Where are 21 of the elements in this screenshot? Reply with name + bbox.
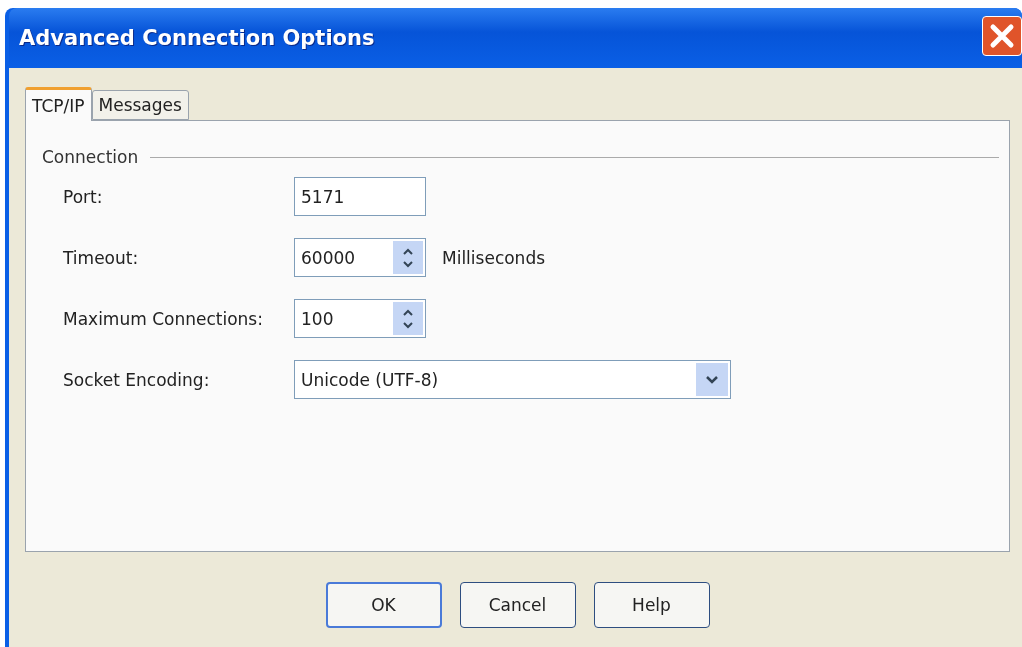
- close-icon: [989, 23, 1015, 49]
- field-label: Port:: [62, 186, 104, 207]
- encoding-dropdown[interactable]: Unicode (UTF-8): [294, 360, 731, 399]
- field-label: Maximum Connections:: [62, 308, 264, 329]
- unit-label: Milliseconds: [442, 247, 546, 268]
- window-title: Advanced Connection Options: [19, 26, 375, 50]
- spinner-input[interactable]: 60000: [294, 238, 426, 277]
- spinner-input[interactable]: 100: [294, 299, 426, 338]
- dialog-button[interactable]: Help: [593, 582, 710, 628]
- tab[interactable]: TCP/IP: [25, 87, 92, 121]
- field-label: Socket Encoding:: [62, 369, 211, 390]
- tab[interactable]: Messages: [91, 90, 189, 120]
- group-title: Connection: [42, 147, 139, 167]
- chevron-down-icon[interactable]: [696, 363, 728, 396]
- spinner-arrows-icon[interactable]: [393, 302, 423, 335]
- field-label: Timeout:: [62, 247, 140, 268]
- close-button[interactable]: [982, 16, 1022, 56]
- dialog-button[interactable]: Cancel: [459, 582, 576, 628]
- port-input[interactable]: 5171: [294, 177, 426, 216]
- spinner-arrows-icon[interactable]: [393, 241, 423, 274]
- dialog-button[interactable]: OK: [325, 582, 442, 628]
